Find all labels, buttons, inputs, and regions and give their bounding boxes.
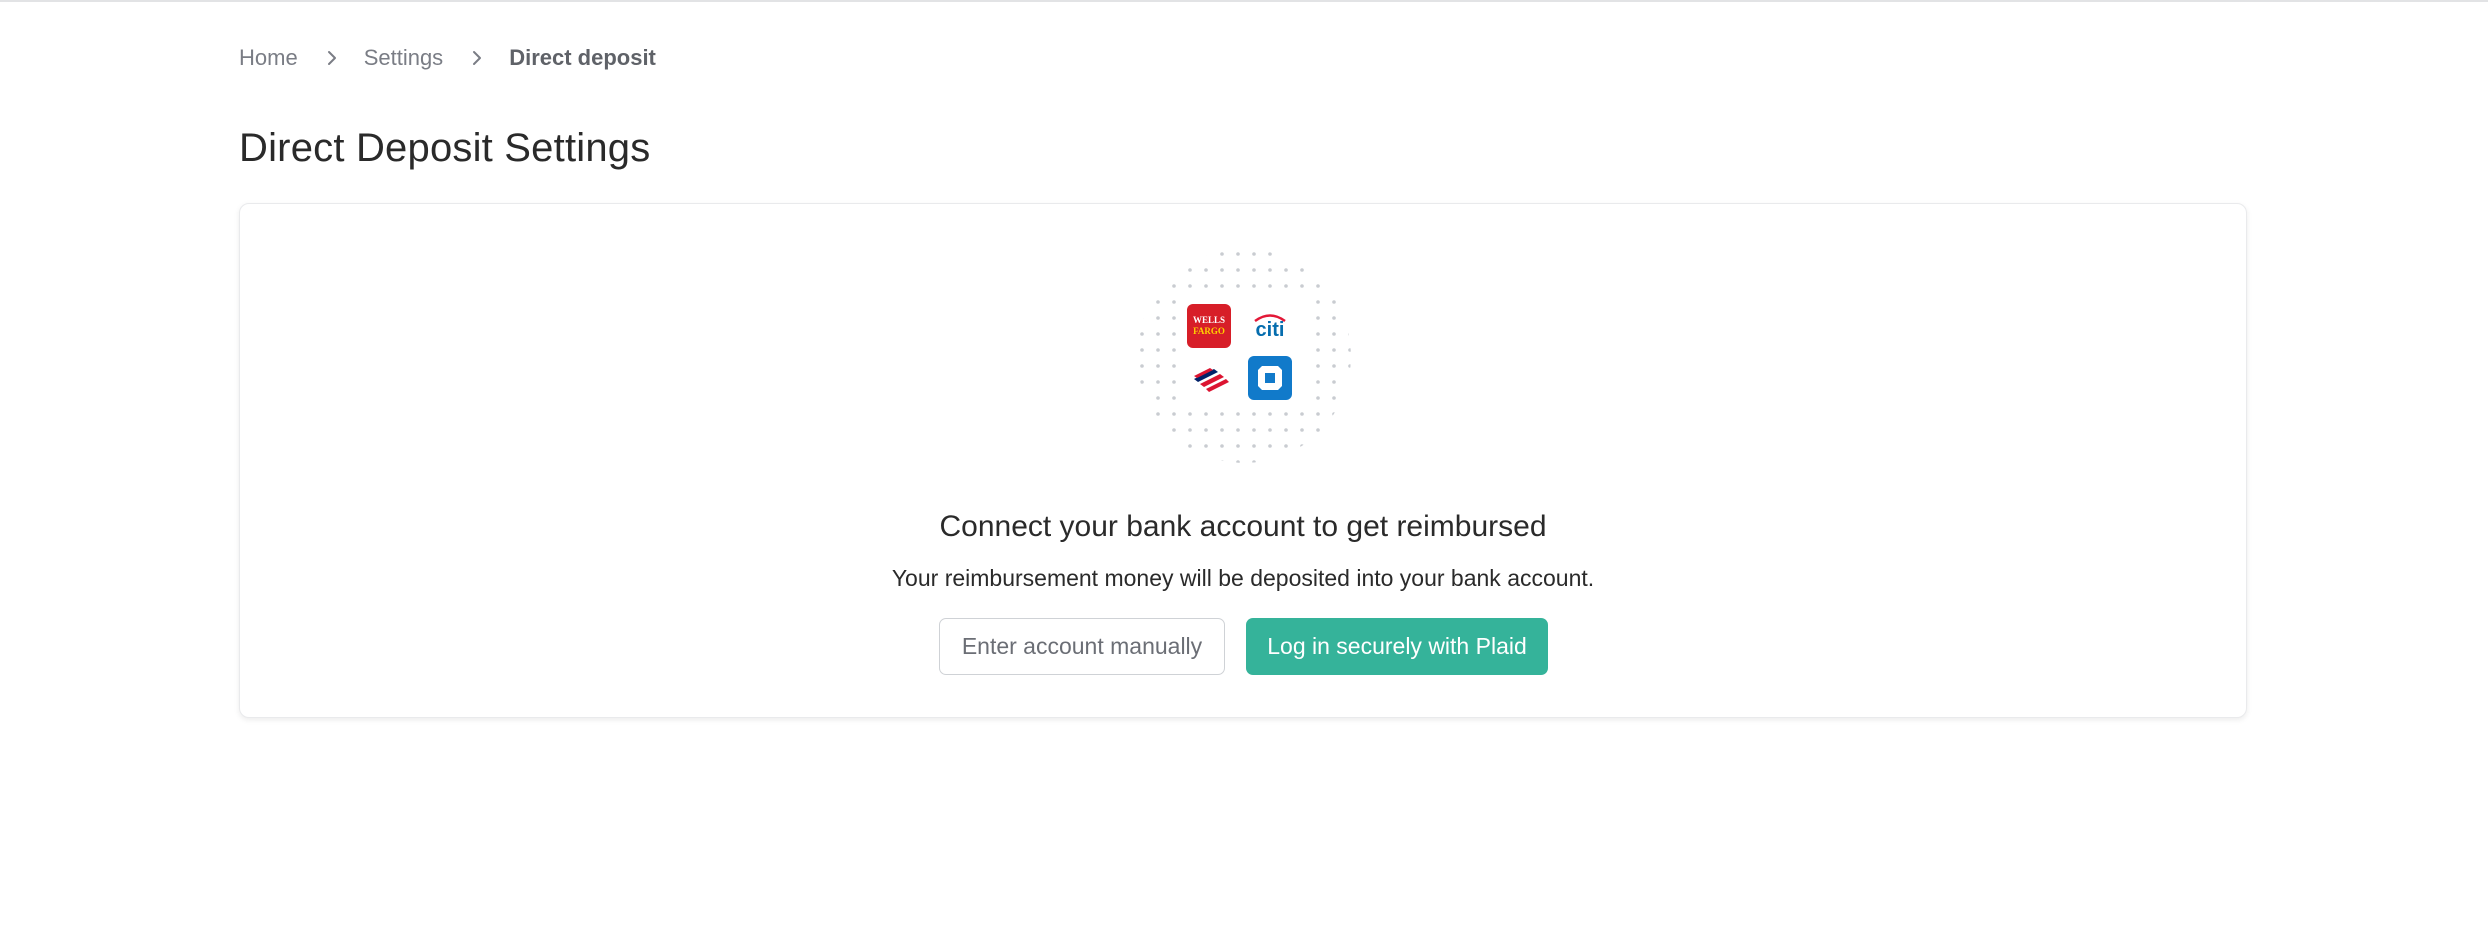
- breadcrumb: Home Settings Direct deposit: [239, 40, 656, 76]
- chevron-right-icon: [326, 50, 338, 66]
- breadcrumb-settings-link[interactable]: Settings: [364, 45, 444, 71]
- top-divider: [0, 0, 2488, 2]
- wells-fargo-logo-text-1: WELLS: [1193, 315, 1225, 325]
- bank-of-america-logo: [1187, 356, 1231, 400]
- page-title: Direct Deposit Settings: [239, 126, 651, 170]
- svg-text:citi: citi: [1256, 319, 1285, 341]
- chase-logo: [1248, 356, 1292, 400]
- chevron-right-icon: [471, 50, 483, 66]
- connect-bank-title: Connect your bank account to get reimbur…: [939, 510, 1547, 543]
- enter-account-manually-button[interactable]: Enter account manually: [939, 618, 1225, 675]
- wells-fargo-logo-text-2: FARGO: [1193, 326, 1225, 336]
- breadcrumb-current: Direct deposit: [509, 45, 656, 70]
- citi-logo: citi: [1248, 304, 1292, 348]
- connect-bank-subtitle: Your reimbursement money will be deposit…: [891, 565, 1595, 591]
- wells-fargo-logo: WELLS FARGO: [1187, 304, 1231, 348]
- bank-logos-illustration: WELLS FARGO citi: [1136, 248, 1352, 464]
- breadcrumb-home-link[interactable]: Home: [239, 45, 298, 71]
- direct-deposit-card: WELLS FARGO citi Connect your bank accou…: [239, 203, 2247, 718]
- plaid-login-button[interactable]: Log in securely with Plaid: [1246, 618, 1548, 675]
